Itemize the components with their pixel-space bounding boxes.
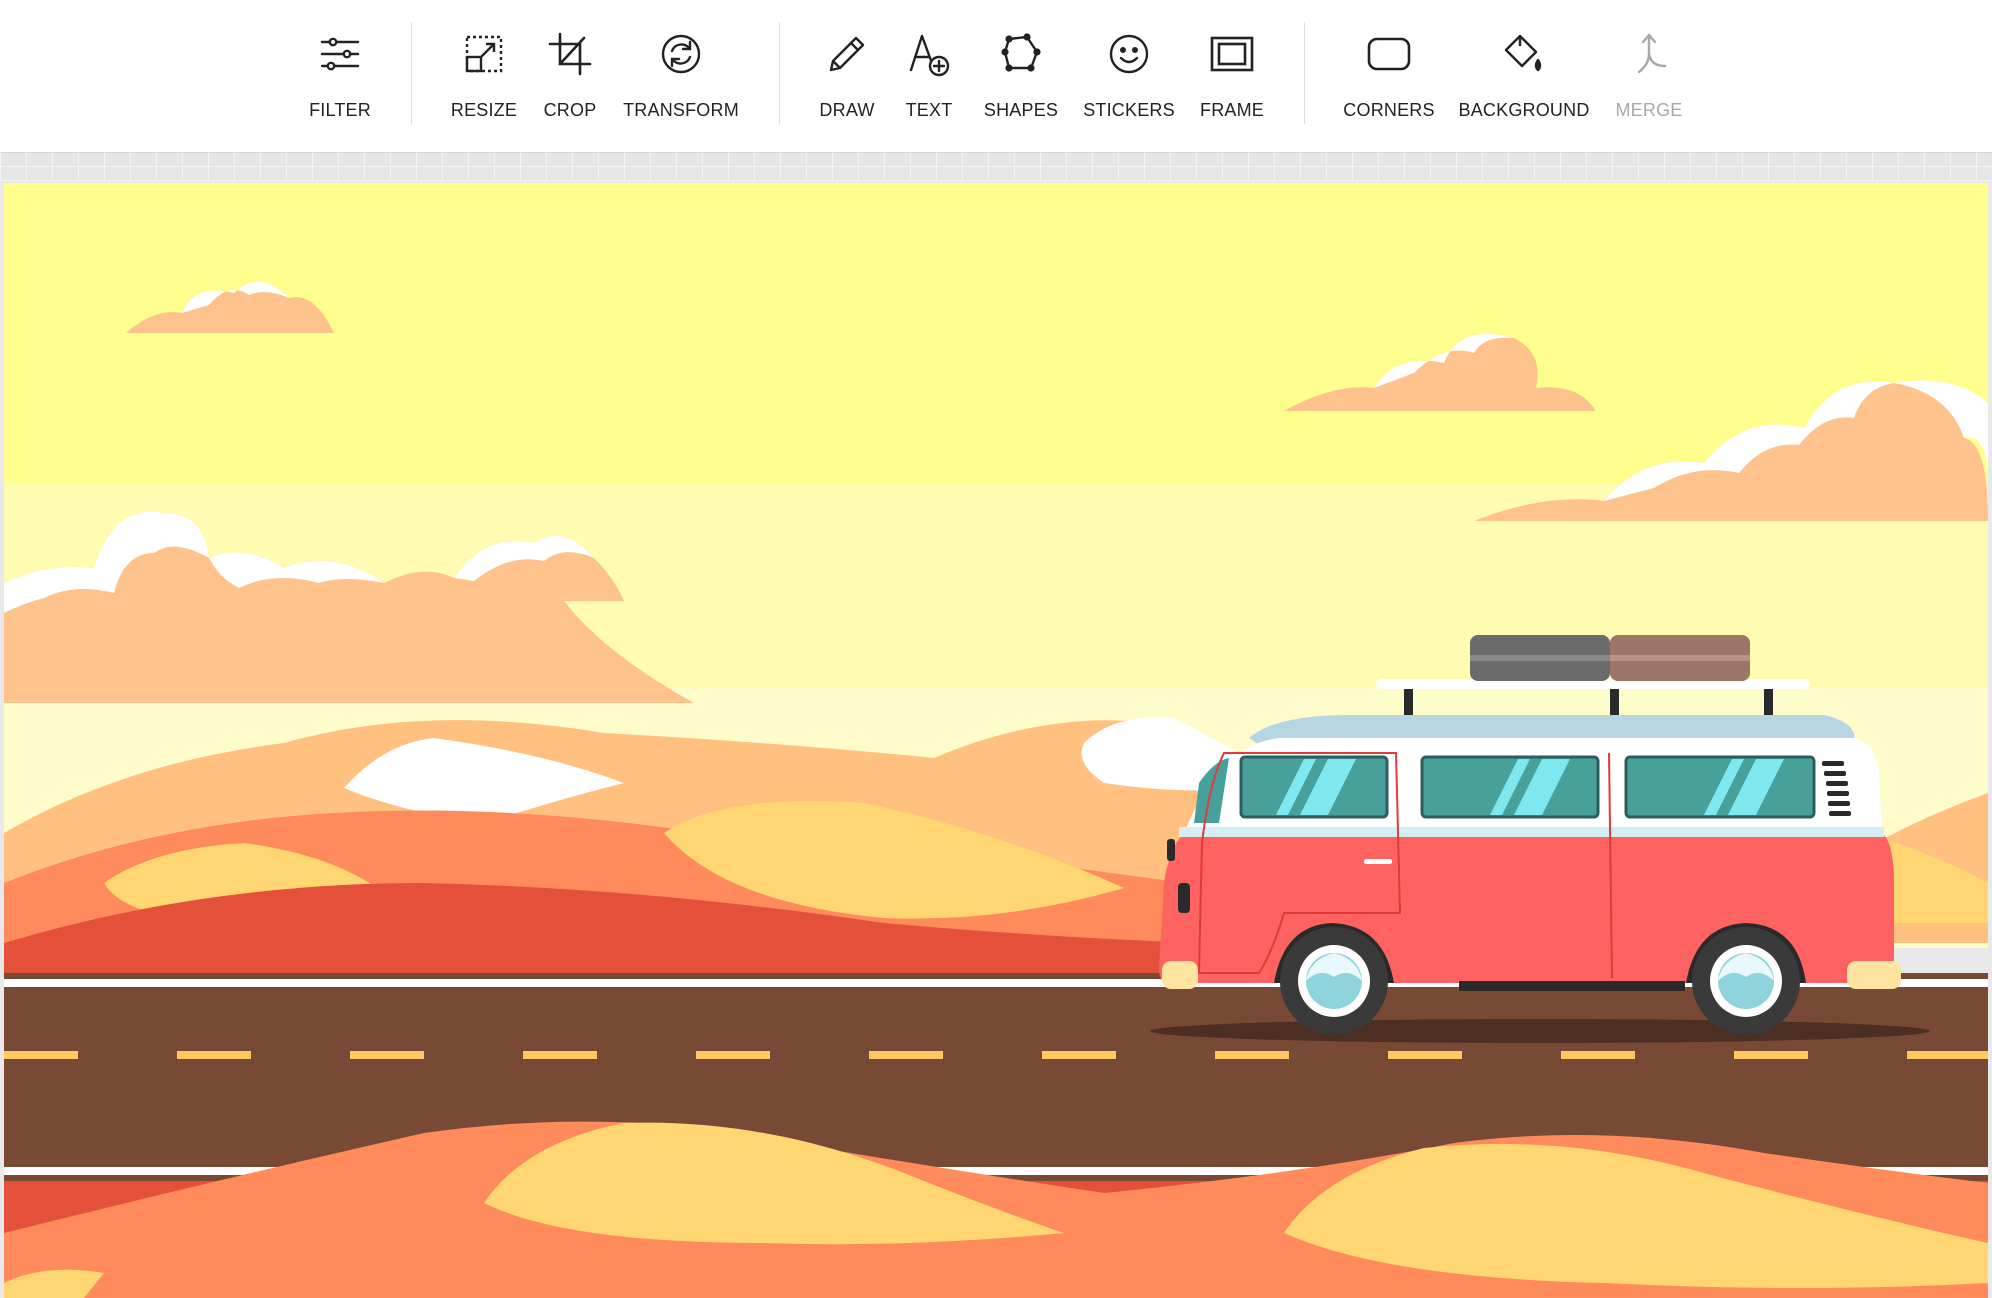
transform-label: TRANSFORM xyxy=(623,100,739,120)
draw-label: DRAW xyxy=(819,100,875,120)
van-shadow xyxy=(1150,1019,1930,1043)
wheel-front xyxy=(1280,927,1388,1035)
background-label: BACKGROUND xyxy=(1458,100,1590,120)
corners-label: CORNERS xyxy=(1343,100,1435,120)
merge-icon xyxy=(1623,28,1675,80)
van-stripe xyxy=(1179,827,1884,837)
background-button[interactable]: BACKGROUND xyxy=(1458,28,1590,128)
toolbar-divider xyxy=(1304,22,1305,124)
canvas-image[interactable] xyxy=(4,183,1988,1298)
smiley-icon xyxy=(1103,28,1155,80)
corners-button[interactable]: CORNERS xyxy=(1343,28,1435,128)
road xyxy=(4,987,1988,1167)
transform-button[interactable]: TRANSFORM xyxy=(622,28,740,128)
frame-icon xyxy=(1206,28,1258,80)
rotate-icon xyxy=(655,28,707,80)
toolbar: FILTER RESIZE CROP TRANSFORM DRAW TEXT S… xyxy=(0,0,1992,153)
filter-button[interactable]: FILTER xyxy=(306,28,374,128)
resize-icon xyxy=(458,28,510,80)
resize-label: RESIZE xyxy=(450,100,518,120)
wheel-rear xyxy=(1692,927,1800,1035)
merge-label: MERGE xyxy=(1615,100,1683,120)
toolbar-divider xyxy=(779,22,780,124)
van-underbody xyxy=(1459,981,1685,991)
bumper-rear xyxy=(1847,961,1901,989)
crop-icon xyxy=(544,28,596,80)
frame-label: FRAME xyxy=(1200,100,1264,120)
merge-button[interactable]: MERGE xyxy=(1615,28,1683,128)
stickers-button[interactable]: STICKERS xyxy=(1083,28,1175,128)
draw-button[interactable]: DRAW xyxy=(816,28,878,128)
text-add-icon xyxy=(903,28,955,80)
frame-button[interactable]: FRAME xyxy=(1199,28,1265,128)
headlight xyxy=(1167,839,1175,861)
paint-bucket-icon xyxy=(1498,28,1550,80)
resize-button[interactable]: RESIZE xyxy=(446,28,522,128)
door-handle xyxy=(1364,859,1392,864)
shapes-label: SHAPES xyxy=(983,100,1059,120)
canvas-area[interactable] xyxy=(0,153,1992,1298)
canvas-transparency-strip xyxy=(0,153,1992,181)
text-button[interactable]: TEXT xyxy=(902,28,956,128)
crop-button[interactable]: CROP xyxy=(540,28,600,128)
crop-label: CROP xyxy=(543,100,597,120)
filter-label: FILTER xyxy=(309,100,371,120)
stickers-label: STICKERS xyxy=(1083,100,1175,120)
polygon-icon xyxy=(995,28,1047,80)
toolbar-divider xyxy=(411,22,412,124)
text-label: TEXT xyxy=(905,100,953,120)
rounded-square-icon xyxy=(1363,28,1415,80)
bumper-front xyxy=(1162,961,1198,989)
pencil-icon xyxy=(821,28,873,80)
shapes-button[interactable]: SHAPES xyxy=(983,28,1059,128)
sliders-icon xyxy=(314,28,366,80)
